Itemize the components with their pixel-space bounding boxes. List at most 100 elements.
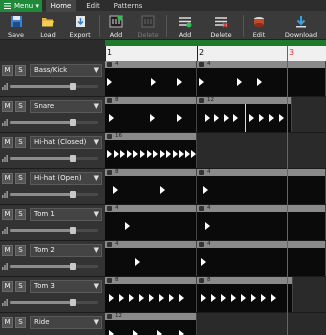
track-name-dropdown[interactable]: Ride ▼ [30,316,102,329]
note-trigger[interactable] [120,150,125,158]
pattern-clip[interactable]: 8 [105,97,197,132]
pattern-clip[interactable]: 8 [197,277,293,312]
note-trigger[interactable] [205,222,210,230]
load-button[interactable]: Load [36,13,60,39]
delete-track-button[interactable]: Delete Track [202,13,240,47]
clip-header[interactable]: 12 [105,313,196,320]
track-lane[interactable]: 8 12 [105,97,326,133]
edit-kits-button[interactable]: Edit Kits [246,13,272,47]
note-trigger[interactable] [140,150,145,158]
note-trigger[interactable] [211,294,216,302]
volume-slider[interactable] [10,83,98,90]
clip-header[interactable]: 4 [105,61,196,68]
note-trigger[interactable] [271,294,276,302]
step-divider[interactable] [245,104,246,132]
tab-edit[interactable]: Edit [80,0,106,12]
solo-button[interactable]: S [15,245,26,256]
note-trigger[interactable] [177,78,182,86]
volume-slider[interactable] [10,191,98,198]
volume-knob[interactable] [70,119,77,126]
mute-button[interactable]: M [2,65,13,76]
clip-header[interactable]: 4 [105,241,196,248]
volume-knob[interactable] [70,155,77,162]
note-trigger[interactable] [109,114,114,122]
pattern-clip[interactable]: 4 [197,205,326,240]
clip-notes[interactable] [105,320,196,335]
download-samples-button[interactable]: Download Sample [276,13,326,47]
note-trigger[interactable] [159,294,164,302]
volume-slider[interactable] [10,299,98,306]
note-trigger[interactable] [125,222,130,230]
note-trigger[interactable] [150,114,155,122]
save-button[interactable]: Save [4,13,28,39]
note-trigger[interactable] [157,330,162,335]
clip-header[interactable]: 4 [197,61,325,68]
export-button[interactable]: Export [66,13,94,39]
note-trigger[interactable] [114,150,119,158]
clip-header[interactable]: 8 [105,169,196,176]
tab-home[interactable]: Home [46,0,76,12]
note-trigger[interactable] [179,330,184,335]
tab-patterns[interactable]: Patterns [110,0,146,12]
note-trigger[interactable] [199,78,204,86]
note-trigger[interactable] [113,186,118,194]
clip-header[interactable]: 16 [105,133,196,140]
note-trigger[interactable] [203,186,208,194]
solo-button[interactable]: S [15,281,26,292]
note-trigger[interactable] [279,114,284,122]
track-lane[interactable]: 44 [105,61,326,97]
track-lane[interactable]: 44 [105,241,326,277]
solo-button[interactable]: S [15,209,26,220]
note-trigger[interactable] [179,294,184,302]
note-trigger[interactable] [269,114,274,122]
solo-button[interactable]: S [15,317,26,328]
track-name-dropdown[interactable]: Tom 1 ▼ [30,208,102,221]
clip-notes[interactable] [105,284,196,312]
pattern-clip[interactable]: 4 [197,241,326,276]
volume-knob[interactable] [70,299,77,306]
clip-notes[interactable] [197,104,291,132]
mute-button[interactable]: M [2,317,13,328]
note-trigger[interactable] [133,330,138,335]
note-trigger[interactable] [169,294,174,302]
note-trigger[interactable] [233,114,238,122]
note-trigger[interactable] [135,258,140,266]
clip-notes[interactable] [105,212,196,240]
pattern-clip[interactable]: 16 [105,133,197,168]
mute-button[interactable]: M [2,101,13,112]
note-trigger[interactable] [133,150,138,158]
note-trigger[interactable] [205,114,210,122]
clip-header[interactable]: 4 [197,169,325,176]
note-trigger[interactable] [224,114,229,122]
note-trigger[interactable] [185,150,190,158]
clip-notes[interactable] [197,68,325,96]
clip-header[interactable]: 4 [197,205,325,212]
volume-knob[interactable] [70,227,77,234]
note-trigger[interactable] [153,150,158,158]
clip-notes[interactable] [105,104,196,132]
clip-notes[interactable] [197,248,325,276]
track-lane[interactable]: 12 [105,313,326,335]
add-button[interactable]: Add [104,13,128,39]
note-trigger[interactable] [107,78,112,86]
pattern-clip[interactable]: 12 [197,97,292,132]
solo-button[interactable]: S [15,137,26,148]
volume-knob[interactable] [70,263,77,270]
track-name-dropdown[interactable]: Bass/Kick ▼ [30,64,102,77]
solo-button[interactable]: S [15,65,26,76]
pattern-clip[interactable]: 8 [105,277,197,312]
clip-notes[interactable] [197,176,325,204]
pattern-clip[interactable]: 4 [105,61,197,96]
volume-knob[interactable] [70,191,77,198]
track-name-dropdown[interactable]: Hi-hat (Open) ▼ [30,172,102,185]
pattern-clip[interactable]: 4 [197,169,326,204]
clip-header[interactable]: 12 [197,97,291,104]
mute-button[interactable]: M [2,173,13,184]
solo-button[interactable]: S [15,173,26,184]
volume-slider[interactable] [10,263,98,270]
volume-slider[interactable] [10,155,98,162]
clip-notes[interactable] [105,248,196,276]
note-trigger[interactable] [231,294,236,302]
volume-slider[interactable] [10,227,98,234]
playhead-line[interactable] [287,46,288,335]
